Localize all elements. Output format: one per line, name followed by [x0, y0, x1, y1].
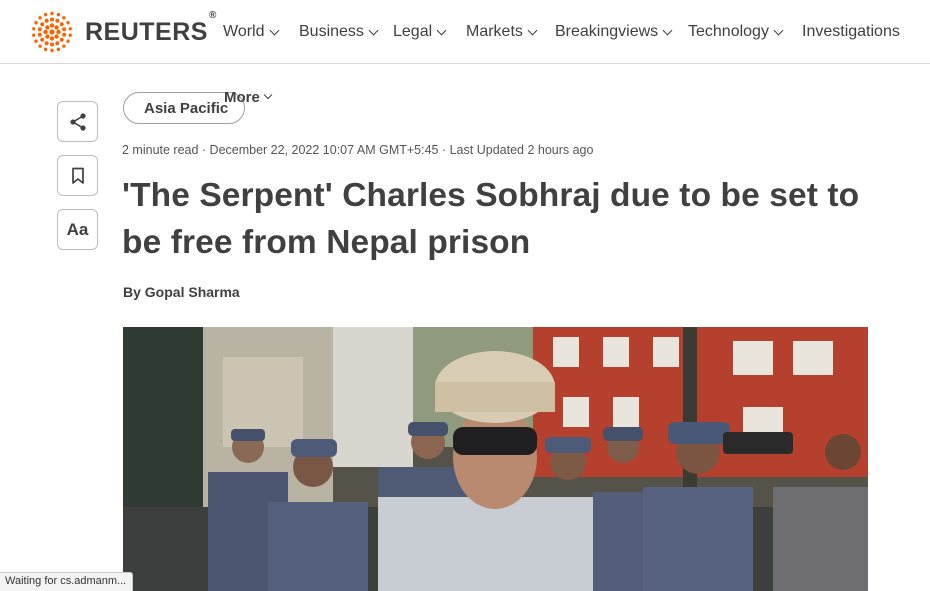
- article-photo-image: [123, 327, 868, 591]
- chevron-down-icon: [436, 25, 447, 35]
- text-size-button[interactable]: Aa: [57, 209, 98, 250]
- brand-name: REUTERS®: [85, 9, 217, 46]
- nav-legal[interactable]: Legal: [393, 22, 447, 42]
- text-size-label: Aa: [66, 219, 89, 239]
- nav-investigations-label: Investigations: [802, 23, 900, 40]
- author-link[interactable]: Gopal Sharma: [145, 284, 240, 300]
- nav-investigations[interactable]: Investigations: [802, 22, 900, 42]
- browser-status-bar: Waiting for cs.admanm...: [0, 572, 134, 591]
- chevron-down-icon: [269, 25, 279, 35]
- chevron-down-icon: [527, 25, 538, 35]
- byline: By Gopal Sharma: [123, 284, 240, 300]
- bookmark-icon: [71, 167, 84, 184]
- reuters-logo-mark-icon: [32, 11, 72, 53]
- article-meta: 2 minute read · December 22, 2022 10:07 …: [122, 143, 594, 157]
- byline-prefix: By: [123, 284, 141, 300]
- article-headline: 'The Serpent' Charles Sobhraj due to be …: [122, 177, 860, 261]
- nav-world-label: World: [223, 23, 265, 40]
- published-date: December 22, 2022 10:07 AM GMT+5:45: [209, 143, 439, 157]
- nav-more[interactable]: More: [224, 88, 273, 106]
- nav-more-label: More: [224, 88, 260, 106]
- section-tag-label: Asia Pacific: [144, 99, 229, 117]
- bookmark-button[interactable]: [57, 155, 98, 196]
- nav-world[interactable]: World: [223, 22, 279, 42]
- nav-legal-label: Legal: [393, 23, 433, 40]
- share-button[interactable]: [57, 101, 98, 142]
- chevron-down-icon: [773, 25, 784, 35]
- chevron-down-icon: [368, 25, 379, 35]
- nav-markets-label: Markets: [466, 23, 523, 40]
- nav-breakingviews[interactable]: Breakingviews: [555, 22, 673, 42]
- chevron-down-icon: [263, 90, 273, 100]
- nav-business[interactable]: Business: [299, 22, 379, 42]
- nav-markets[interactable]: Markets: [466, 22, 538, 42]
- read-time: 2 minute read: [122, 143, 199, 157]
- article-photo[interactable]: [123, 327, 868, 591]
- share-icon: [69, 112, 86, 131]
- chevron-down-icon: [662, 25, 673, 35]
- reuters-logo[interactable]: REUTERS®: [29, 10, 217, 54]
- nav-technology-label: Technology: [688, 23, 769, 40]
- site-header: REUTERS® World Business Legal Markets Br…: [0, 0, 930, 64]
- last-updated: Last Updated 2 hours ago: [449, 143, 594, 157]
- nav-breakingviews-label: Breakingviews: [555, 23, 659, 40]
- nav-technology[interactable]: Technology: [688, 22, 784, 42]
- nav-business-label: Business: [299, 23, 364, 40]
